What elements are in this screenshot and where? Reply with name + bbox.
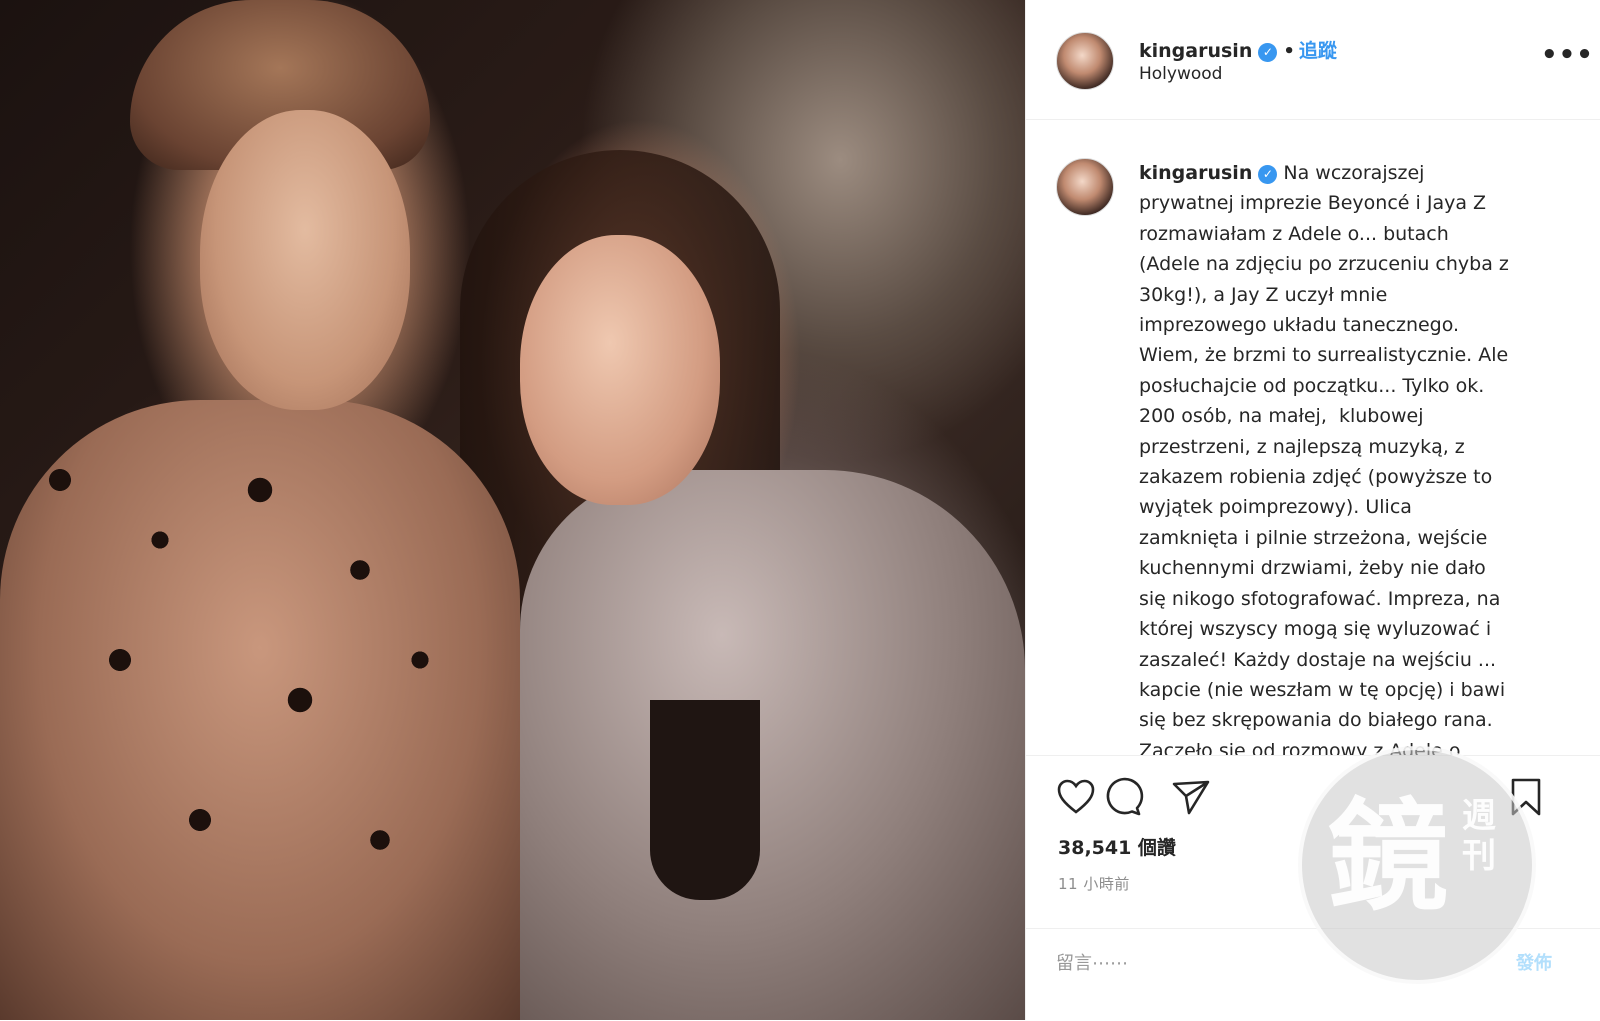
verified-badge-icon: ✓ (1258, 165, 1278, 184)
more-options-icon[interactable]: ••• (1541, 40, 1594, 70)
separator-dot: • (1283, 41, 1295, 62)
caption-avatar[interactable] (1056, 158, 1114, 216)
header-user-line: kingarusin ✓ • 追蹤 (1139, 36, 1337, 63)
post-photo[interactable] (0, 0, 1025, 1020)
post-comment-button[interactable]: 發佈 (1516, 949, 1552, 975)
caption-username-link[interactable]: kingarusin (1139, 162, 1252, 184)
mirror-media-watermark-logo: 鏡 週 刊 (1298, 746, 1536, 984)
share-icon[interactable] (1169, 775, 1213, 819)
post-header: kingarusin ✓ • 追蹤 Holywood ••• (1026, 0, 1600, 120)
avatar[interactable] (1056, 32, 1114, 90)
location-link[interactable]: Holywood (1139, 64, 1222, 84)
add-comment-bar: 留言⋯⋯ 發佈 (1026, 928, 1600, 1021)
comment-input[interactable]: 留言⋯⋯ (1056, 949, 1128, 975)
watermark-main-glyph: 鏡 (1328, 788, 1448, 927)
follow-button[interactable]: 追蹤 (1299, 40, 1337, 62)
likes-count[interactable]: 38,541 個讚 (1058, 833, 1176, 860)
username-link[interactable]: kingarusin (1139, 40, 1252, 62)
caption-text: kingarusin ✓ Na wczorajszej prywatnej imp… (1139, 158, 1559, 756)
watermark-side-glyphs: 週 刊 (1462, 796, 1496, 876)
verified-badge-icon: ✓ (1258, 43, 1278, 62)
comment-icon[interactable] (1101, 775, 1145, 819)
caption-body: Na wczorajszej prywatnej imprezie Beyonc… (1139, 162, 1509, 756)
heart-icon[interactable] (1054, 775, 1098, 819)
caption-section: kingarusin ✓ Na wczorajszej prywatnej imp… (1026, 120, 1600, 756)
post-timestamp[interactable]: 11 小時前 (1058, 873, 1130, 894)
